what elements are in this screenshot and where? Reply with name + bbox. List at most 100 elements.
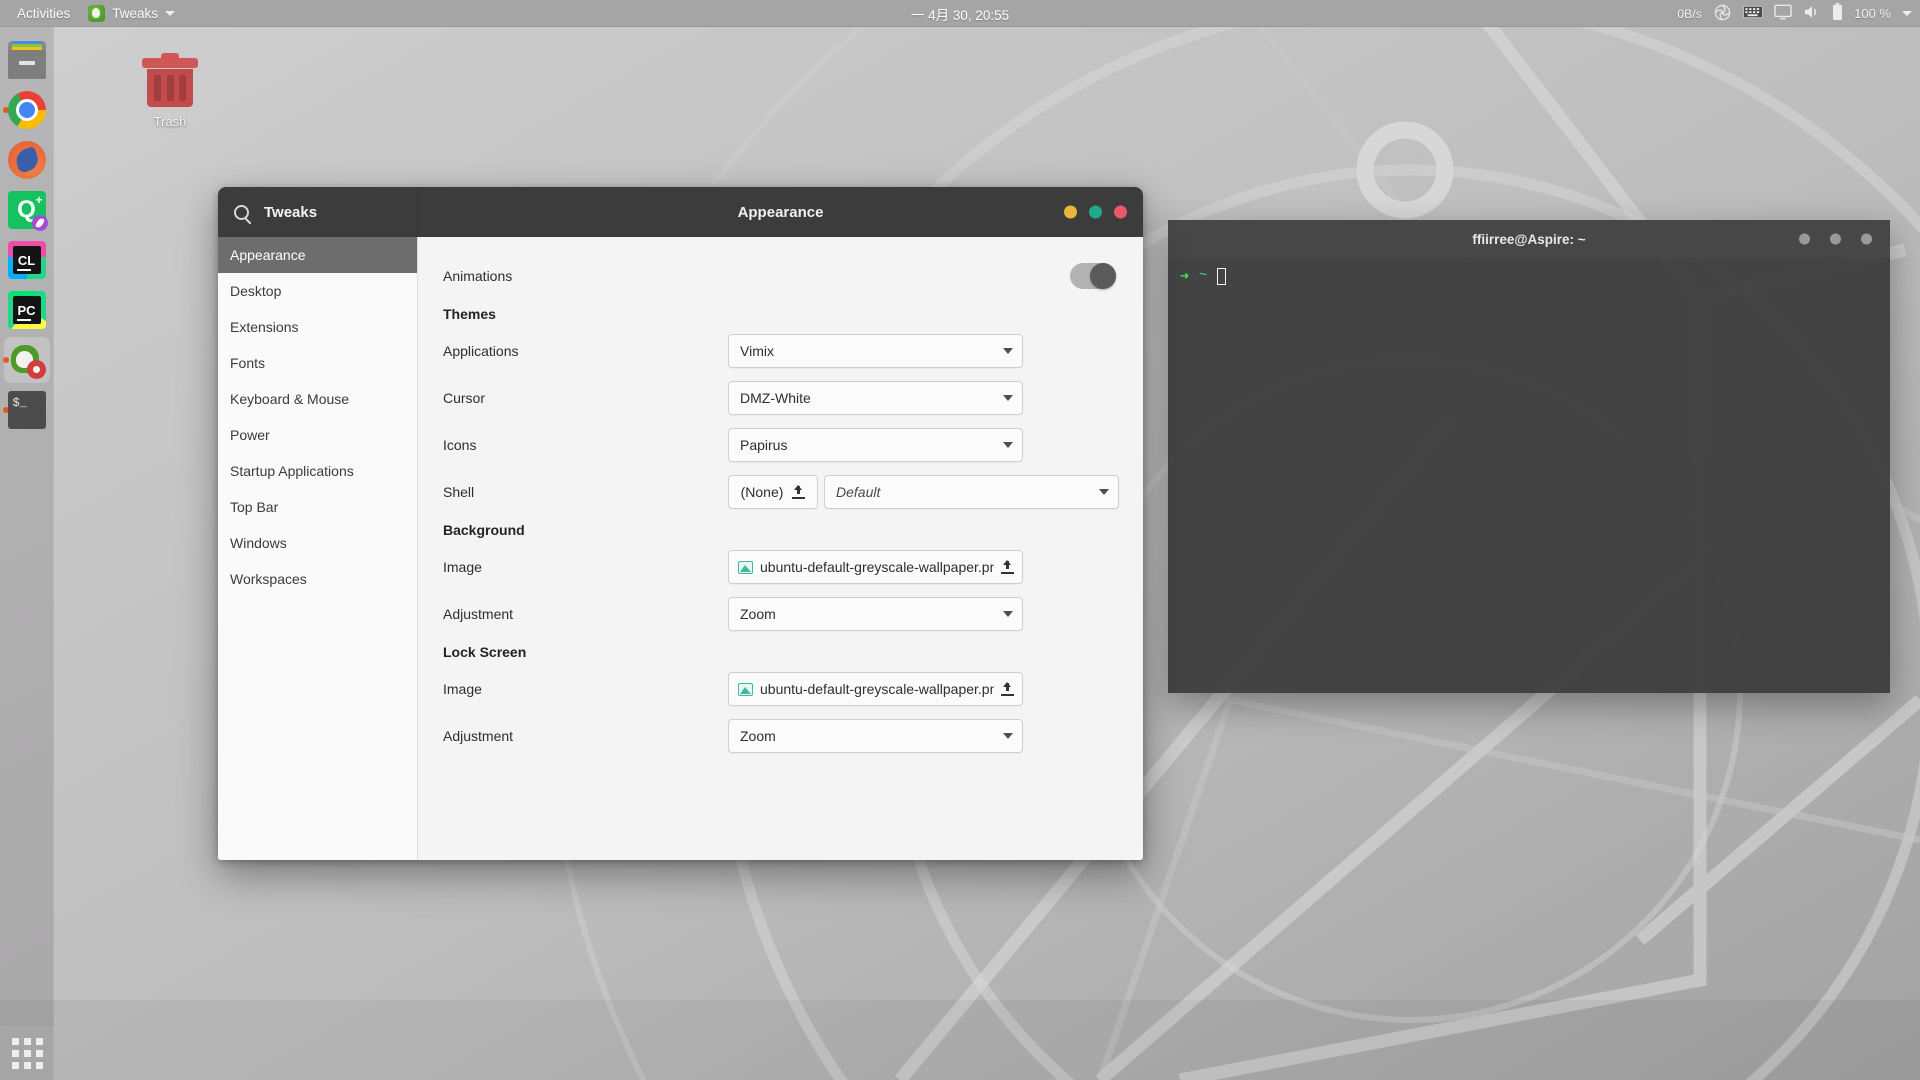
show-applications-button[interactable] [0, 1026, 54, 1080]
icons-theme-value: Papirus [740, 437, 788, 453]
dock-item-qt-creator[interactable]: Q + [0, 185, 54, 235]
app-menu-tweaks[interactable]: Tweaks [79, 2, 184, 25]
chevron-down-icon [1003, 442, 1013, 448]
dock-item-google-chrome[interactable] [0, 85, 54, 135]
background-adjustment-dropdown[interactable]: Zoom [728, 597, 1023, 631]
row-lockscreen-adjustment: Adjustment Zoom [443, 719, 1121, 753]
cursor-label: Cursor [443, 390, 486, 406]
chevron-down-icon [1003, 733, 1013, 739]
chevron-down-icon [1099, 489, 1109, 495]
terminal-minimize-button[interactable] [1799, 233, 1810, 245]
terminal-title-bar: ffiirree@Aspire: ~ [1168, 220, 1890, 258]
status-area[interactable]: 0B/s 100 % [1677, 0, 1912, 27]
upload-icon [792, 485, 806, 499]
app-grid-icon [11, 1037, 43, 1069]
app-menu-label: Tweaks [112, 6, 159, 21]
maximize-button[interactable] [1089, 205, 1102, 219]
close-button[interactable] [1114, 205, 1127, 219]
terminal-prompt-line: ➜ ~ [1180, 267, 1878, 286]
search-button[interactable] [218, 204, 264, 220]
dock-item-terminal[interactable]: $_ [0, 385, 54, 435]
applications-theme-dropdown[interactable]: Vimix [728, 334, 1023, 368]
battery-percent-label: 100 % [1854, 6, 1891, 21]
lockscreen-adjustment-dropdown[interactable]: Zoom [728, 719, 1023, 753]
clion-icon: CL [7, 241, 46, 279]
clock-label: 一 4月 30, 20:55 [910, 7, 1010, 23]
row-icons-theme: Icons Papirus [443, 428, 1121, 462]
shell-theme-file-value: (None) [740, 484, 784, 500]
terminal-window: ffiirree@Aspire: ~ ➜ ~ [1168, 220, 1890, 693]
clock-button[interactable]: 一 4月 30, 20:55 [911, 4, 1009, 24]
sidebar-item-top-bar[interactable]: Top Bar [218, 489, 417, 525]
terminal-close-button[interactable] [1861, 233, 1872, 245]
sidebar-item-windows[interactable]: Windows [218, 525, 417, 561]
shutter-icon[interactable] [1713, 3, 1732, 25]
background-heading: Background [443, 522, 525, 538]
background-image-file-button[interactable]: ubuntu-default-greyscale-wallpaper.png [728, 550, 1023, 584]
applications-theme-value: Vimix [740, 343, 774, 359]
prompt-arrow-icon: ➜ [1180, 269, 1190, 286]
row-background-adjustment: Adjustment Zoom [443, 597, 1121, 631]
keyboard-icon[interactable] [1743, 5, 1764, 22]
battery-icon[interactable] [1832, 3, 1843, 24]
trash-label: Trash [153, 114, 187, 129]
sidebar-item-power[interactable]: Power [218, 417, 417, 453]
lock-screen-heading: Lock Screen [443, 644, 527, 660]
sidebar-item-desktop[interactable]: Desktop [218, 273, 417, 309]
chevron-down-icon [1003, 611, 1013, 617]
cursor-theme-value: DMZ-White [740, 390, 811, 406]
shell-theme-file-button[interactable]: (None) [728, 475, 818, 509]
tweaks-app-title: Tweaks [264, 203, 318, 221]
sidebar-item-appearance[interactable]: Appearance [218, 237, 417, 273]
appearance-panel: Animations Themes Applications Vimix Cur… [418, 237, 1143, 860]
chevron-down-icon [1003, 348, 1013, 354]
dock-item-clion[interactable]: CL [0, 235, 54, 285]
gnome-tweaks-foot-icon [88, 5, 106, 22]
icons-theme-dropdown[interactable]: Papirus [728, 428, 1023, 462]
files-icon [7, 41, 46, 79]
sidebar-item-keyboard-mouse[interactable]: Keyboard & Mouse [218, 381, 417, 417]
activities-button[interactable]: Activities [8, 3, 79, 24]
dock-item-firefox[interactable] [0, 135, 54, 185]
icons-label: Icons [443, 437, 477, 453]
row-lockscreen-image: Image ubuntu-default-greyscale-wallpaper… [443, 672, 1121, 706]
dock-item-gnome-tweaks[interactable] [0, 335, 54, 385]
lockscreen-image-file-button[interactable]: ubuntu-default-greyscale-wallpaper.png [728, 672, 1023, 706]
terminal-title: ffiirree@Aspire: ~ [1472, 231, 1586, 247]
shell-theme-dropdown[interactable]: Default [824, 475, 1119, 509]
terminal-icon: $_ [7, 391, 46, 429]
dock: Q + CL PC $_ [0, 27, 54, 1080]
network-speed-indicator: 0B/s [1677, 6, 1703, 21]
sidebar-item-fonts[interactable]: Fonts [218, 345, 417, 381]
page-title: Appearance [737, 203, 824, 221]
row-animations: Animations [443, 259, 1121, 293]
upload-icon [1001, 682, 1014, 696]
prompt-path: ~ [1199, 269, 1208, 284]
themes-heading: Themes [443, 306, 496, 322]
volume-icon[interactable] [1803, 4, 1821, 23]
status-chevron-down-icon[interactable] [1902, 11, 1912, 16]
background-adjustment-value: Zoom [740, 606, 776, 622]
lockscreen-image-label: Image [443, 681, 482, 697]
applications-label: Applications [443, 343, 519, 359]
minimize-button[interactable] [1064, 205, 1077, 219]
sidebar-item-startup-applications[interactable]: Startup Applications [218, 453, 417, 489]
terminal-maximize-button[interactable] [1830, 233, 1841, 245]
dock-item-files[interactable] [0, 35, 54, 85]
desktop-icon-trash[interactable]: Trash [125, 50, 215, 129]
lockscreen-image-value: ubuntu-default-greyscale-wallpaper.png [760, 681, 994, 697]
terminal-cursor [1217, 268, 1227, 285]
qt-creator-icon: Q + [7, 191, 48, 231]
cursor-theme-dropdown[interactable]: DMZ-White [728, 381, 1023, 415]
pycharm-icon: PC [7, 291, 46, 329]
shell-label: Shell [443, 484, 475, 500]
image-file-icon [738, 560, 753, 574]
tweaks-header-bar: Tweaks Appearance [218, 187, 1143, 237]
sidebar-item-workspaces[interactable]: Workspaces [218, 561, 417, 597]
sidebar-item-extensions[interactable]: Extensions [218, 309, 417, 345]
dock-item-pycharm[interactable]: PC [0, 285, 54, 335]
trash-icon [142, 53, 198, 108]
display-icon[interactable] [1774, 4, 1792, 23]
terminal-body[interactable]: ➜ ~ [1168, 258, 1890, 693]
animations-toggle[interactable] [1070, 263, 1116, 289]
